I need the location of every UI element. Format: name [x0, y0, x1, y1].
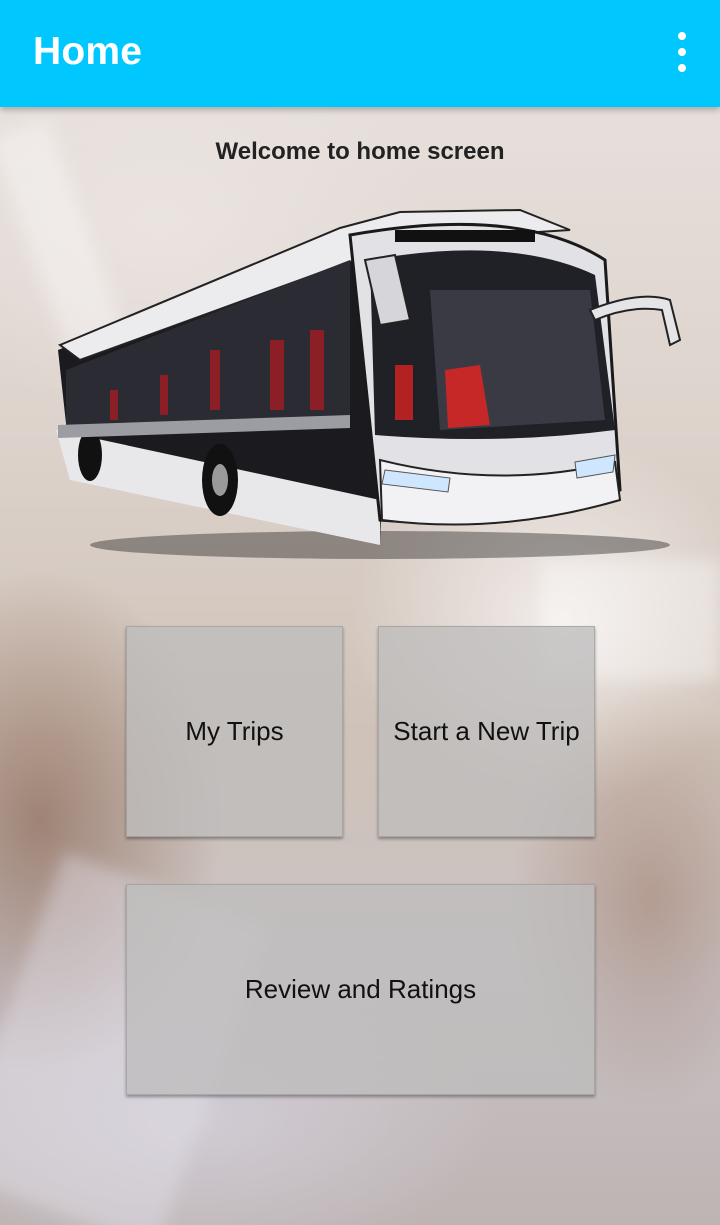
bus-illustration — [50, 200, 690, 570]
more-vert-icon[interactable] — [670, 32, 694, 72]
welcome-text: Welcome to home screen — [215, 138, 505, 165]
my-trips-button[interactable]: My Trips — [126, 626, 343, 837]
home-screen: Home Welcome to home screen My Trips Sta… — [0, 0, 720, 1225]
start-new-trip-button[interactable]: Start a New Trip — [378, 626, 595, 837]
my-trips-label: My Trips — [185, 716, 284, 746]
start-new-trip-label: Start a New Trip — [393, 716, 580, 746]
page-title: Home — [33, 30, 143, 73]
review-ratings-button[interactable]: Review and Ratings — [126, 884, 595, 1095]
review-ratings-label: Review and Ratings — [244, 974, 477, 1004]
app-bar: Home — [0, 0, 720, 107]
